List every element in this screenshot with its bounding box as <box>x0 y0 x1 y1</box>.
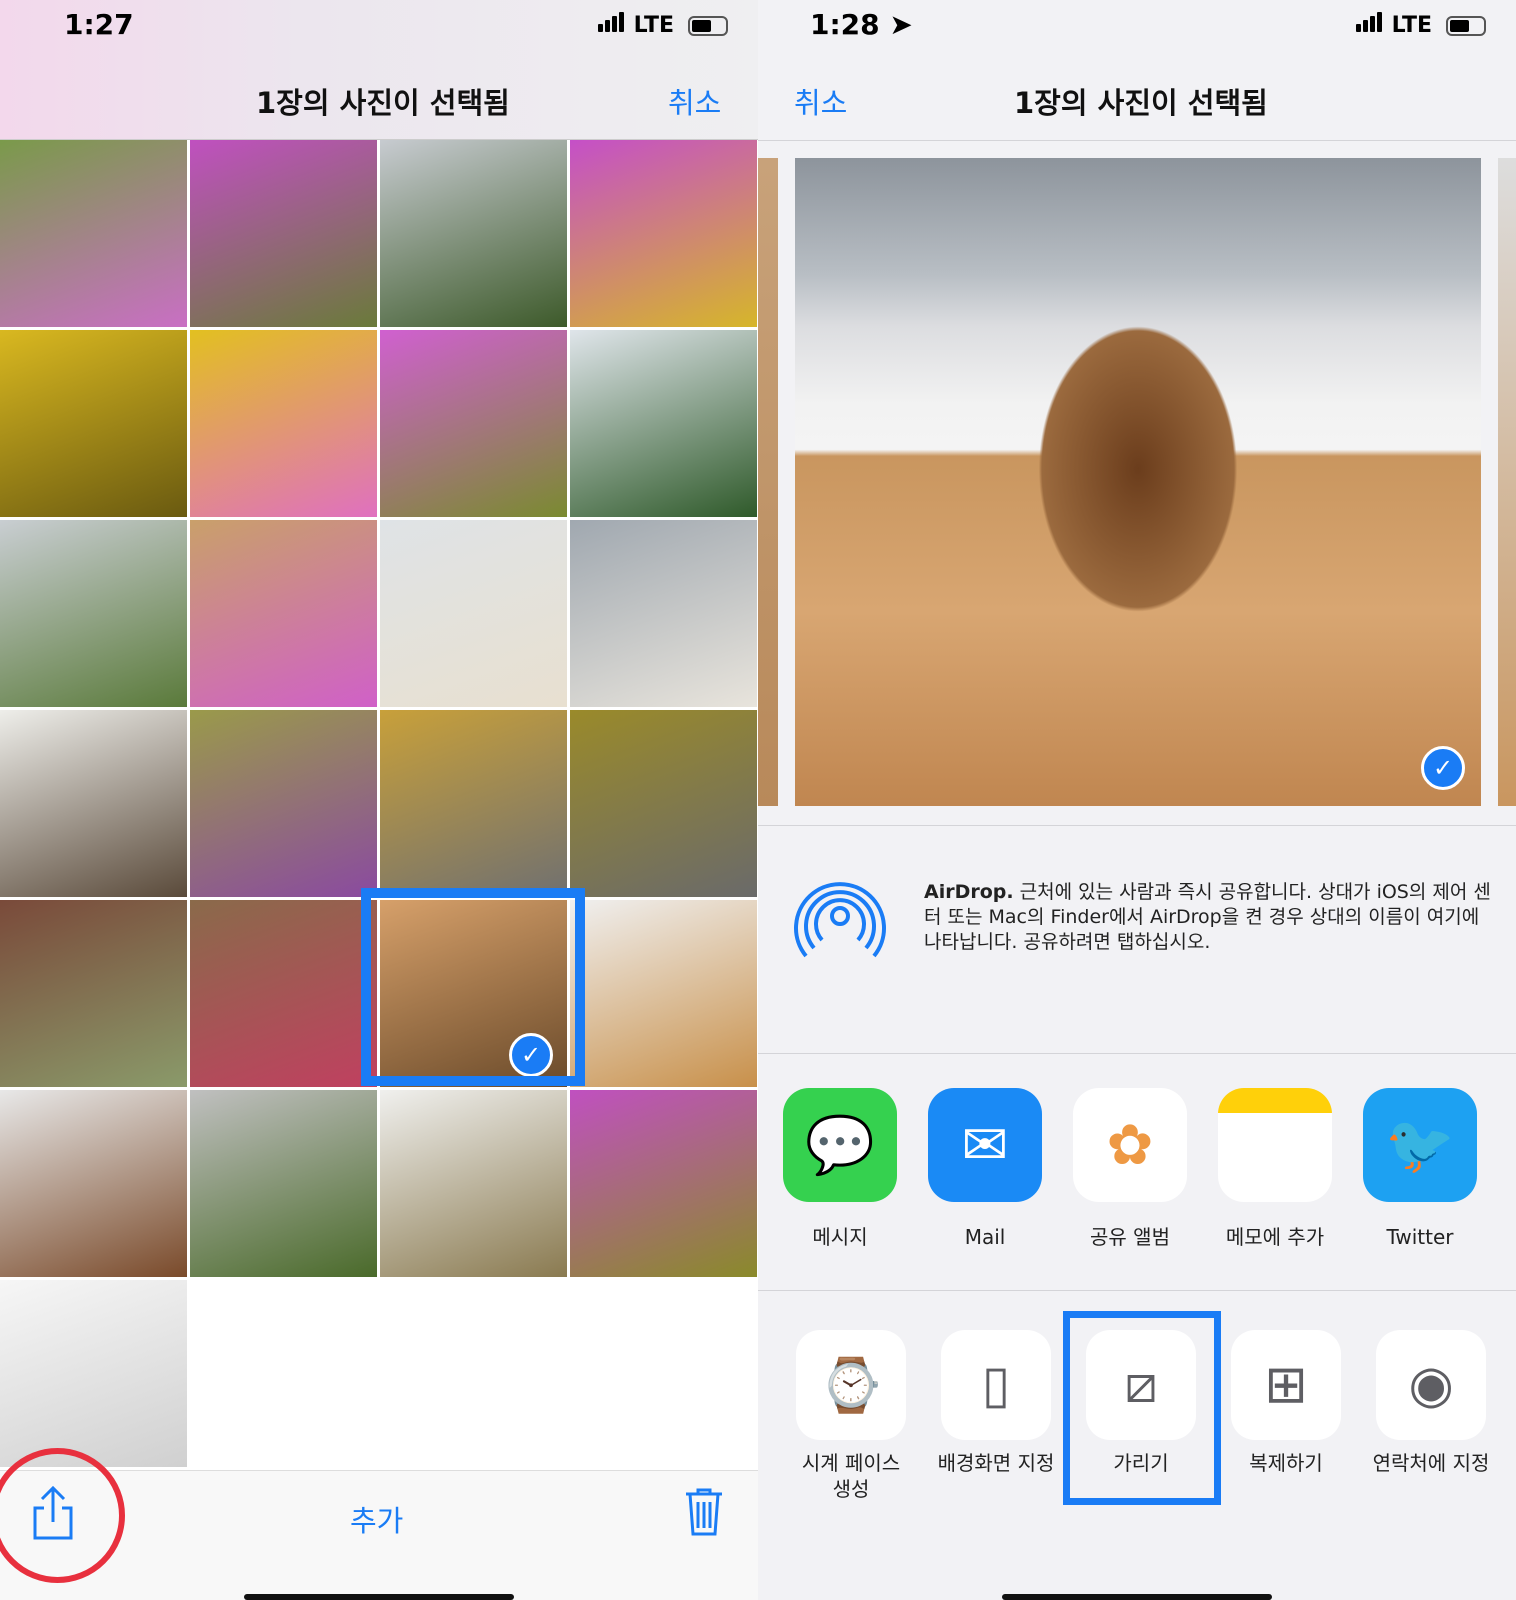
action-label[interactable]: 시계 페이스 생성 <box>776 1450 926 1502</box>
selected-checkmark-icon[interactable]: ✓ <box>1421 746 1465 790</box>
status-time: 1:28 ➤ <box>810 8 913 41</box>
duplicate-icon[interactable]: ⊞ <box>1231 1330 1341 1440</box>
status-time-text: 1:28 <box>810 8 880 41</box>
photo-thumbnail[interactable] <box>380 140 567 327</box>
photo-thumbnail[interactable] <box>0 900 187 1087</box>
photo-thumbnail[interactable] <box>570 330 757 517</box>
messages-icon[interactable]: 💬 <box>783 1088 897 1202</box>
photo-thumbnail[interactable] <box>0 330 187 517</box>
divider <box>758 140 1516 141</box>
status-time: 1:27 <box>64 8 134 41</box>
photo-thumbnail[interactable] <box>190 710 377 897</box>
photo-thumbnail[interactable] <box>0 140 187 327</box>
next-photo-preview[interactable] <box>1498 158 1516 806</box>
photo-thumbnail[interactable] <box>190 1090 377 1277</box>
photo-thumbnail[interactable] <box>190 900 377 1087</box>
airdrop-description[interactable]: AirDrop. 근처에 있는 사람과 즉시 공유합니다. 상대가 iOS의 제… <box>924 880 1494 955</box>
photo-thumbnail[interactable] <box>0 520 187 707</box>
photo-thumbnail[interactable] <box>0 1280 187 1467</box>
action-highlight-box <box>1063 1311 1221 1505</box>
photo-thumbnail[interactable] <box>380 330 567 517</box>
twitter-icon[interactable]: 🐦 <box>1363 1088 1477 1202</box>
photo-thumbnail[interactable] <box>570 520 757 707</box>
photo-thumbnail[interactable] <box>0 710 187 897</box>
photo-grid: ✓ <box>0 140 758 1467</box>
previous-photo-preview[interactable] <box>758 158 778 806</box>
mail-icon[interactable]: ✉ <box>928 1088 1042 1202</box>
home-indicator <box>1002 1594 1272 1600</box>
photo-thumbnail[interactable] <box>570 710 757 897</box>
photo-thumbnail[interactable] <box>190 140 377 327</box>
contact-icon[interactable]: ◉ <box>1376 1330 1486 1440</box>
photo-thumbnail[interactable] <box>570 140 757 327</box>
action-label[interactable]: 연락처에 지정 <box>1356 1450 1506 1476</box>
cancel-button[interactable]: 취소 <box>668 80 721 122</box>
photo-thumbnail[interactable] <box>0 1090 187 1277</box>
photo-thumbnail[interactable] <box>380 710 567 897</box>
photo-thumbnail[interactable] <box>190 520 377 707</box>
page-title: 1장의 사진이 선택됨 <box>256 86 510 120</box>
status-indicators: LTE <box>598 12 728 38</box>
network-label: LTE <box>1391 13 1433 38</box>
app-label[interactable]: Mail <box>910 1224 1060 1250</box>
app-label[interactable]: Twitter <box>1345 1224 1495 1250</box>
trash-icon[interactable] <box>684 1488 724 1536</box>
photo-thumbnail[interactable] <box>570 1090 757 1277</box>
signal-icon <box>1356 12 1384 38</box>
action-label[interactable]: 복제하기 <box>1211 1450 1361 1476</box>
battery-icon <box>687 16 728 36</box>
selected-photo-preview[interactable]: ✓ <box>795 158 1481 806</box>
photo-thumbnail[interactable] <box>380 1090 567 1277</box>
photo-thumbnail[interactable] <box>190 330 377 517</box>
airdrop-title: AirDrop. <box>924 881 1014 903</box>
action-label[interactable]: 배경화면 지정 <box>921 1450 1071 1476</box>
share-sheet-screen: 1:28 ➤ LTE 취소 1장의 사진이 선택됨 ✓ AirDrop. 근처에… <box>758 0 1516 1600</box>
app-label[interactable]: 공유 앨범 <box>1055 1224 1205 1250</box>
app-label[interactable]: 메모에 추가 <box>1200 1224 1350 1250</box>
photo-picker-screen: 1:27 LTE 1장의 사진이 선택됨 취소 ✓ 추가 <box>0 0 758 1600</box>
divider <box>758 825 1516 826</box>
phone-icon[interactable]: ▯ <box>941 1330 1051 1440</box>
signal-icon <box>598 12 626 38</box>
add-button[interactable]: 추가 <box>350 1498 403 1540</box>
location-icon: ➤ <box>889 8 913 41</box>
photo-thumbnail[interactable] <box>380 520 567 707</box>
divider <box>758 1290 1516 1291</box>
photo-thumbnail[interactable] <box>570 900 757 1087</box>
app-label[interactable]: 메시지 <box>765 1224 915 1250</box>
page-title: 1장의 사진이 선택됨 <box>1014 86 1268 120</box>
photos-icon[interactable]: ✿ <box>1073 1088 1187 1202</box>
watch-icon[interactable]: ⌚ <box>796 1330 906 1440</box>
network-label: LTE <box>633 13 675 38</box>
selection-highlight <box>361 888 585 1086</box>
home-indicator <box>244 1594 514 1600</box>
battery-icon <box>1445 16 1486 36</box>
divider <box>758 1053 1516 1054</box>
notes-icon[interactable] <box>1218 1088 1332 1202</box>
status-indicators: LTE <box>1356 12 1486 38</box>
cancel-button[interactable]: 취소 <box>794 80 847 122</box>
airdrop-icon[interactable] <box>792 868 888 964</box>
